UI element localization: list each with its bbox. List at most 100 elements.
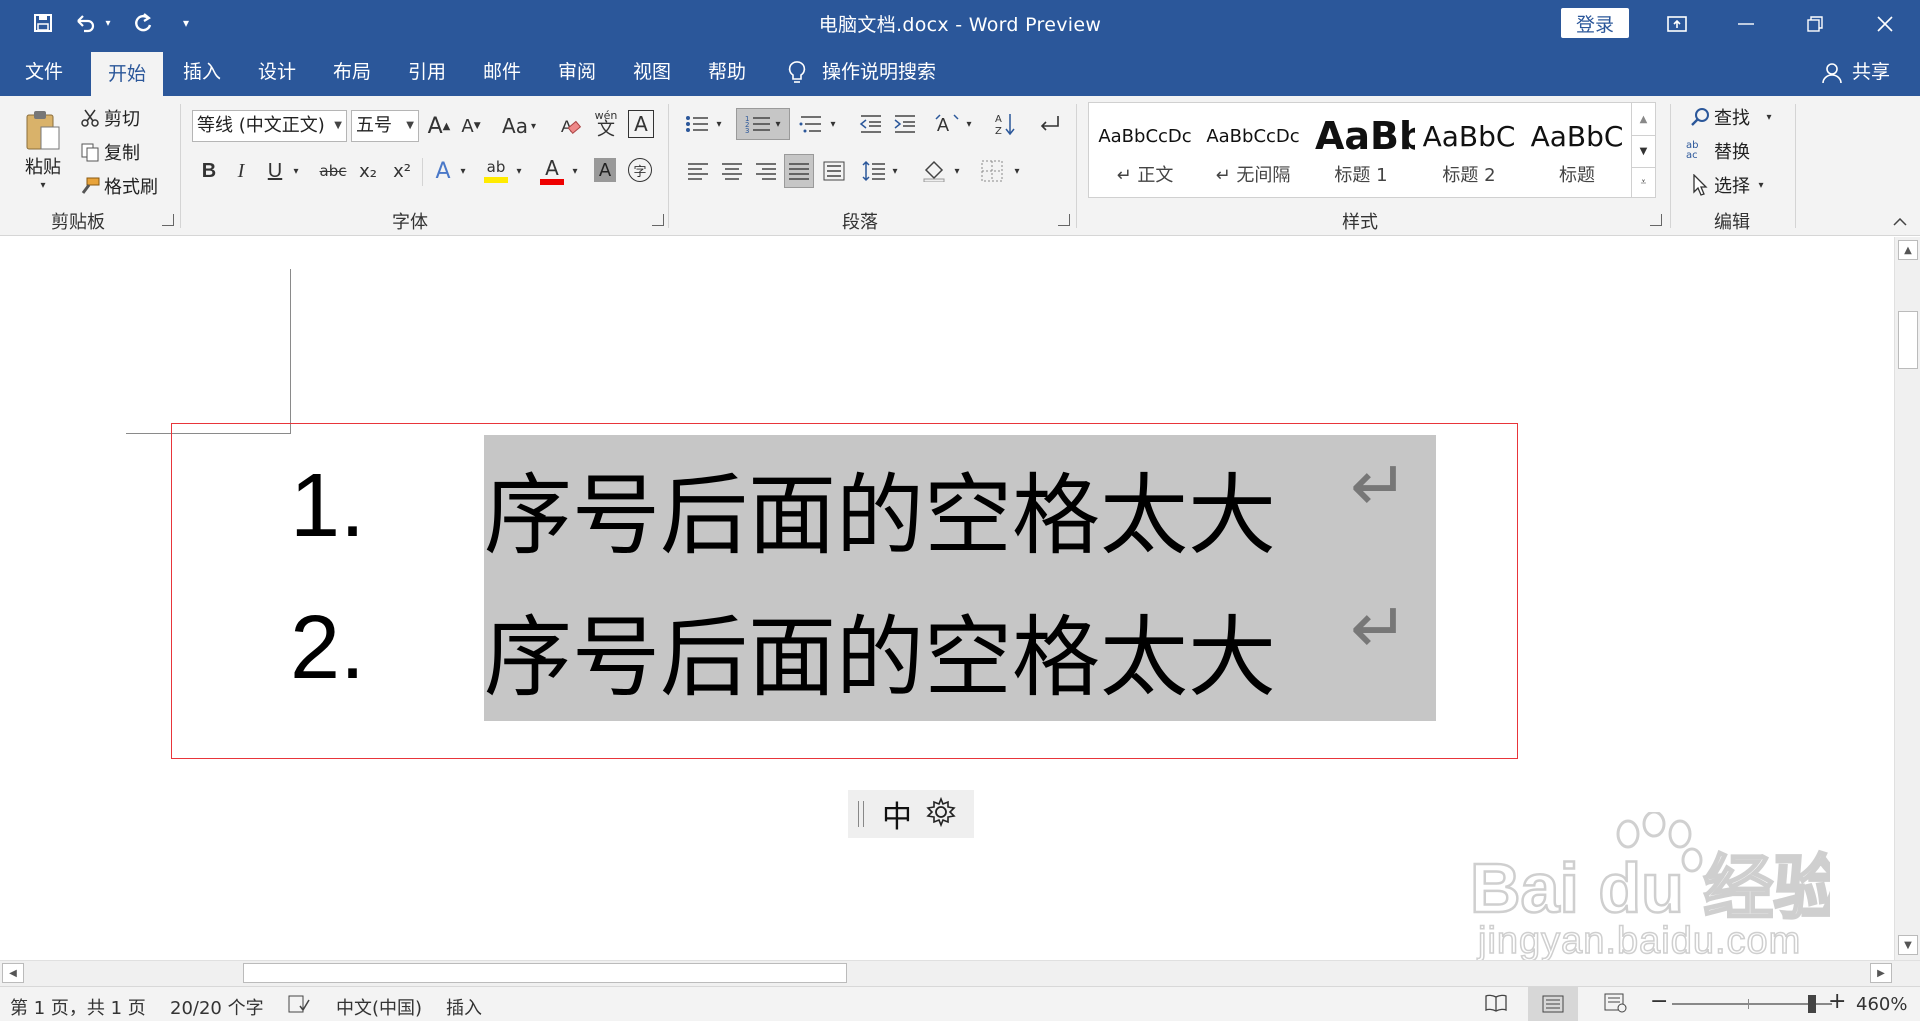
character-shading-icon[interactable]: A	[594, 158, 616, 182]
justify-icon[interactable]	[784, 154, 814, 188]
style-heading-1[interactable]: AaBb 标题 1	[1307, 111, 1415, 193]
language-indicator[interactable]: 中文(中国)	[336, 994, 422, 1020]
font-color-icon[interactable]: A	[538, 154, 566, 188]
zoom-slider-thumb[interactable]	[1808, 995, 1816, 1013]
multilevel-list-icon[interactable]	[796, 108, 826, 140]
ribbon-display-options-icon[interactable]	[1647, 0, 1707, 48]
multilevel-dropdown-icon[interactable]: ▾	[826, 108, 840, 140]
tab-view[interactable]: 视图	[618, 48, 686, 96]
copy-icon[interactable]	[78, 140, 102, 164]
styles-launcher-icon[interactable]	[1650, 214, 1662, 226]
user-icon[interactable]	[1818, 48, 1846, 96]
italic-button[interactable]: I	[228, 156, 254, 186]
tab-insert[interactable]: 插入	[168, 48, 236, 96]
insert-mode-indicator[interactable]: 插入	[446, 994, 482, 1020]
tab-mailings[interactable]: 邮件	[468, 48, 536, 96]
bullets-dropdown-icon[interactable]: ▾	[712, 108, 726, 140]
style-title[interactable]: AaBbC 标题	[1523, 111, 1631, 193]
tab-review[interactable]: 审阅	[543, 48, 611, 96]
font-color-dropdown-icon[interactable]: ▾	[568, 156, 582, 186]
zoom-level[interactable]: 460%	[1856, 994, 1907, 1015]
chinese-layout-dropdown-icon[interactable]: ▾	[962, 108, 976, 140]
shading-dropdown-icon[interactable]: ▾	[950, 156, 964, 186]
select-button[interactable]: 选择	[1714, 172, 1750, 198]
tab-file[interactable]: 文件	[10, 48, 78, 96]
gear-icon[interactable]	[926, 796, 956, 831]
word-count[interactable]: 20/20 个字	[170, 994, 264, 1020]
tell-me-search[interactable]: 操作说明搜索	[822, 48, 942, 96]
font-name-combo[interactable]: 等线 (中文正文) ▼	[192, 110, 347, 142]
find-dropdown-icon[interactable]: ▾	[1762, 104, 1776, 130]
highlight-icon[interactable]: ab	[482, 154, 510, 188]
document-area[interactable]: 1. 序号后面的空格太大 ↵ 2. 序号后面的空格太大 ↵ 中 Bai du 经…	[0, 237, 1894, 963]
cut-button[interactable]: 剪切	[104, 106, 140, 130]
page-count[interactable]: 第 1 页，共 1 页	[10, 994, 146, 1020]
ime-toolbar[interactable]: 中	[848, 790, 974, 838]
vertical-scrollbar[interactable]: ▲ ▼	[1894, 237, 1920, 960]
strikethrough-button[interactable]: abc	[316, 156, 350, 186]
paste-dropdown-icon[interactable]: ▾	[36, 178, 50, 192]
styles-more-icon[interactable]: ⩡	[1631, 167, 1655, 197]
show-formatting-marks-icon[interactable]	[1034, 108, 1064, 140]
line-spacing-icon[interactable]	[860, 156, 888, 186]
restore-icon[interactable]	[1785, 0, 1845, 48]
bold-button[interactable]: B	[196, 156, 222, 186]
numbering-icon[interactable]: 123 ▾	[736, 108, 790, 140]
text-effects-icon[interactable]: A	[430, 156, 456, 186]
change-case-icon[interactable]: Aa ▾	[498, 110, 540, 142]
tab-design[interactable]: 设计	[243, 48, 311, 96]
font-launcher-icon[interactable]	[652, 214, 664, 226]
proofing-icon[interactable]	[288, 994, 310, 1019]
tab-help[interactable]: 帮助	[693, 48, 761, 96]
distributed-icon[interactable]	[820, 156, 848, 186]
style-no-spacing[interactable]: AaBbCcDc ↵ 无间隔	[1199, 111, 1307, 193]
shading-icon[interactable]	[920, 156, 948, 186]
font-size-combo[interactable]: 五号 ▼	[351, 110, 419, 142]
paragraph-launcher-icon[interactable]	[1058, 214, 1070, 226]
align-center-icon[interactable]	[718, 156, 746, 186]
ime-mode-button[interactable]: 中	[882, 792, 912, 836]
text-effects-dropdown-icon[interactable]: ▾	[456, 156, 470, 186]
find-icon[interactable]	[1688, 104, 1712, 130]
collapse-ribbon-icon[interactable]	[1890, 214, 1910, 230]
tab-layout[interactable]: 布局	[318, 48, 386, 96]
copy-button[interactable]: 复制	[104, 140, 140, 164]
find-button[interactable]: 查找	[1714, 104, 1750, 130]
superscript-button[interactable]: x²	[388, 156, 416, 186]
paste-button[interactable]: 粘贴	[18, 154, 68, 178]
scroll-left-icon[interactable]: ◀	[2, 963, 24, 983]
cursor-arrow-icon[interactable]	[1688, 172, 1712, 198]
select-dropdown-icon[interactable]: ▾	[1754, 172, 1768, 198]
underline-dropdown-icon[interactable]: ▾	[289, 156, 303, 186]
styles-scroll-up-icon[interactable]: ▲	[1631, 103, 1655, 135]
vertical-scroll-thumb[interactable]	[1898, 311, 1918, 369]
minimize-icon[interactable]	[1716, 0, 1776, 48]
style-normal[interactable]: AaBbCcDc ↵ 正文	[1091, 111, 1199, 193]
paste-icon[interactable]	[18, 106, 68, 154]
clear-formatting-icon[interactable]: A	[558, 110, 584, 142]
subscript-button[interactable]: x₂	[354, 156, 382, 186]
character-border-icon[interactable]: A	[628, 110, 654, 138]
align-left-icon[interactable]	[684, 156, 712, 186]
increase-indent-icon[interactable]	[890, 108, 920, 140]
style-heading-2[interactable]: AaBbC 标题 2	[1415, 111, 1523, 193]
print-layout-icon[interactable]	[1528, 987, 1578, 1021]
close-icon[interactable]	[1855, 0, 1915, 48]
replace-button[interactable]: 替换	[1714, 138, 1750, 164]
shrink-font-icon[interactable]: A ▼	[458, 110, 484, 142]
line-spacing-dropdown-icon[interactable]: ▾	[888, 156, 902, 186]
borders-icon[interactable]	[978, 156, 1006, 186]
format-painter-icon[interactable]	[78, 174, 102, 198]
format-painter-button[interactable]: 格式刷	[104, 174, 158, 198]
tab-references[interactable]: 引用	[393, 48, 461, 96]
web-layout-icon[interactable]	[1604, 993, 1628, 1018]
horizontal-scroll-thumb[interactable]	[243, 963, 847, 983]
bullets-icon[interactable]	[682, 108, 712, 140]
read-mode-icon[interactable]	[1484, 993, 1508, 1018]
zoom-out-button[interactable]: −	[1650, 989, 1668, 1014]
highlight-dropdown-icon[interactable]: ▾	[512, 156, 526, 186]
scroll-up-icon[interactable]: ▲	[1898, 240, 1918, 260]
underline-button[interactable]: U	[262, 156, 288, 186]
chinese-layout-icon[interactable]: A	[932, 108, 962, 140]
decrease-indent-icon[interactable]	[856, 108, 886, 140]
